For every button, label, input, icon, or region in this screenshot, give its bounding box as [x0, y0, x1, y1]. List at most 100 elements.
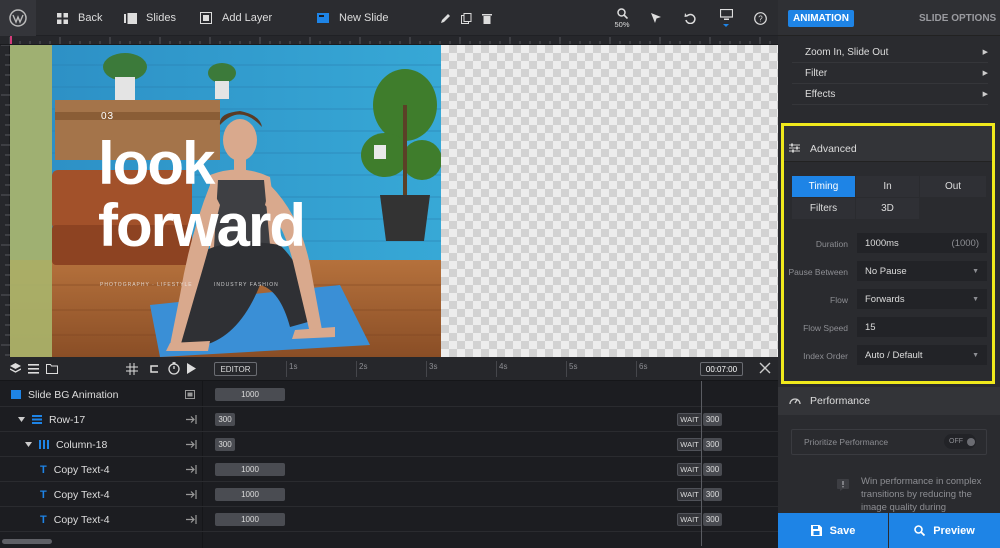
align-end-icon[interactable] — [186, 515, 197, 524]
slide-canvas[interactable]: 03 look forward PHOTOGRAPHY · LIFESTYLE … — [10, 45, 778, 357]
time-mark-label: 2s — [359, 362, 368, 371]
slide-number-text[interactable]: 03 — [101, 111, 114, 122]
index-order-value: Auto / Default — [865, 349, 923, 361]
undo-icon[interactable] — [682, 0, 698, 36]
preview-button[interactable]: Preview — [889, 513, 1000, 548]
transparent-area — [441, 45, 778, 357]
editor-button[interactable]: EDITOR — [214, 362, 257, 376]
time-tick — [356, 361, 357, 377]
flow-speed-input[interactable]: 15 — [857, 317, 987, 337]
wordpress-logo-icon[interactable] — [0, 0, 36, 36]
menu-item-label: Effects — [805, 88, 836, 100]
menu-item-filter[interactable]: Filter ▶ — [792, 63, 988, 84]
layer-name-wrap: T Copy Text-4 — [40, 482, 110, 507]
headline-text[interactable]: look forward — [98, 133, 306, 257]
animation-bar[interactable]: 300 — [215, 438, 235, 451]
duplicate-icon[interactable] — [458, 0, 474, 36]
close-icon[interactable] — [759, 362, 771, 374]
segment-filters[interactable]: Filters — [792, 198, 855, 219]
animation-bar[interactable]: 300 — [215, 413, 235, 426]
back-button[interactable]: Back — [55, 0, 102, 36]
tab-animation[interactable]: ANIMATION — [788, 0, 854, 36]
wait-badge[interactable]: WAIT — [677, 488, 702, 501]
align-end-icon[interactable] — [186, 490, 197, 499]
flow-value: Forwards — [865, 293, 905, 305]
layer-name: Row-17 — [49, 413, 86, 426]
desktop-view-icon[interactable] — [716, 0, 736, 36]
caption-text-1[interactable]: PHOTOGRAPHY · LIFESTYLE — [100, 282, 193, 288]
cursor-icon[interactable] — [648, 0, 664, 36]
image-layer-icon — [11, 390, 21, 399]
menu-item-effects[interactable]: Effects ▶ — [792, 84, 988, 105]
list-icon[interactable] — [28, 364, 39, 374]
wait-value-bar[interactable]: 300 — [703, 463, 722, 476]
add-layer-button[interactable]: Add Layer — [199, 0, 272, 36]
duration-value: 1000ms — [865, 237, 899, 249]
tab-slide-options[interactable]: SLIDE OPTIONS — [919, 0, 996, 36]
wait-badge[interactable]: WAIT — [677, 513, 702, 526]
slides-button[interactable]: Slides — [123, 0, 176, 36]
timeline-row[interactable]: Row-17 300 WAIT 300 — [0, 407, 778, 432]
timeline-row[interactable]: Column-18 300 WAIT 300 — [0, 432, 778, 457]
prioritize-label: Prioritize Performance — [804, 437, 889, 447]
play-icon[interactable] — [187, 363, 196, 374]
gallery-icon[interactable] — [185, 390, 195, 399]
timeline-row[interactable]: Slide BG Animation 1000 — [0, 382, 778, 407]
flow-speed-label: Flow Speed — [803, 323, 848, 333]
wait-value-bar[interactable]: 300 — [703, 438, 722, 451]
trash-icon[interactable] — [479, 0, 495, 36]
segment-out[interactable]: Out — [920, 176, 986, 197]
toggle-state: OFF — [949, 438, 963, 445]
save-button[interactable]: Save — [778, 513, 888, 548]
search-icon — [914, 525, 926, 536]
layers-icon[interactable] — [10, 363, 21, 375]
playhead-line[interactable] — [701, 381, 702, 546]
wait-badge[interactable]: WAIT — [677, 438, 702, 451]
animation-bar[interactable]: 1000 — [215, 463, 285, 476]
folder-icon[interactable] — [46, 364, 58, 374]
flow-select[interactable]: Forwards ▼ — [857, 289, 987, 309]
caret-down-icon[interactable] — [25, 442, 32, 447]
duration-input[interactable]: 1000ms (1000) — [857, 233, 987, 253]
text-layer-icon: T — [40, 488, 47, 501]
index-order-select[interactable]: Auto / Default ▼ — [857, 345, 987, 365]
wait-badge[interactable]: WAIT — [677, 413, 702, 426]
advanced-title[interactable]: Advanced — [810, 143, 857, 155]
align-end-icon[interactable] — [186, 440, 197, 449]
zoom-control[interactable]: 50% — [608, 0, 636, 36]
back-label: Back — [78, 12, 103, 24]
grid-snap-icon[interactable] — [126, 363, 138, 375]
wait-value-bar[interactable]: 300 — [703, 513, 722, 526]
animation-bar[interactable]: 1000 — [215, 488, 285, 501]
loop-icon[interactable] — [148, 363, 160, 375]
pause-select[interactable]: No Pause ▼ — [857, 261, 987, 281]
segment-timing[interactable]: Timing — [792, 176, 855, 197]
caption-text-2[interactable]: INDUSTRY FASHION — [214, 282, 279, 288]
animation-bar[interactable]: 1000 — [215, 388, 285, 401]
align-end-icon[interactable] — [186, 415, 197, 424]
chevron-right-icon: ▶ — [982, 49, 988, 56]
segment-3d[interactable]: 3D — [856, 198, 919, 219]
menu-item-zoom-in[interactable]: Zoom In, Slide Out ▶ — [792, 42, 988, 63]
pencil-icon[interactable] — [437, 0, 453, 36]
timer-icon[interactable] — [168, 362, 180, 375]
wait-value-bar[interactable]: 300 — [703, 488, 722, 501]
end-time-field[interactable]: 00:07:00 — [700, 362, 743, 376]
caret-down-icon[interactable] — [18, 417, 25, 422]
horizontal-scrollbar[interactable] — [2, 539, 52, 544]
wait-badge[interactable]: WAIT — [677, 463, 702, 476]
segment-in[interactable]: In — [856, 176, 919, 197]
wait-value-bar[interactable]: 300 — [703, 413, 722, 426]
chevron-right-icon: ▶ — [982, 70, 988, 77]
timeline-row[interactable]: T Copy Text-4 1000 WAIT 300 — [0, 482, 778, 507]
timeline-row[interactable]: T Copy Text-4 1000 WAIT 300 — [0, 507, 778, 532]
layer-name-wrap: T Copy Text-4 — [40, 457, 110, 482]
prioritize-toggle[interactable]: OFF — [944, 434, 976, 449]
help-icon[interactable]: ? — [752, 0, 768, 36]
new-slide-button[interactable]: New Slide — [316, 0, 389, 36]
time-tick — [426, 361, 427, 377]
svg-text:?: ? — [758, 14, 763, 23]
animation-bar[interactable]: 1000 — [215, 513, 285, 526]
align-end-icon[interactable] — [186, 465, 197, 474]
timeline-row[interactable]: T Copy Text-4 1000 WAIT 300 — [0, 457, 778, 482]
